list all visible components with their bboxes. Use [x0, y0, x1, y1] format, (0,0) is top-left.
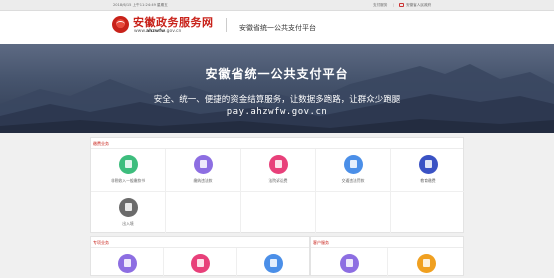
service-card-label: 法院诉讼费	[268, 178, 288, 183]
gavel-icon	[268, 155, 288, 174]
customer-service-section: 客户服务	[310, 236, 465, 278]
support-card[interactable]	[388, 248, 465, 278]
url-suffix: .gov.cn	[165, 29, 182, 34]
wallet-icon	[193, 155, 213, 174]
pay-service-link[interactable]: 支付服务	[373, 3, 387, 8]
mountain-background	[0, 64, 554, 133]
emblem-logo-icon[interactable]	[112, 16, 129, 33]
service-card-label: 出入境	[122, 221, 134, 226]
section-title: 专项业务	[93, 240, 109, 245]
special-icon-3	[264, 254, 283, 273]
provincial-government-link[interactable]: 安徽省人民政府	[406, 3, 431, 8]
site-logo-url: www.ahzwfw.gov.cn	[134, 29, 181, 34]
service-card-education[interactable]: 教育缴费	[391, 149, 465, 192]
help-card[interactable]	[311, 248, 388, 278]
url-prefix: www.	[134, 29, 147, 34]
special-card-1[interactable]	[91, 248, 164, 278]
service-card-label: 非税收入一般缴款书	[110, 178, 146, 183]
banner-url: pay.ahzwfw.gov.cn	[226, 107, 328, 117]
header-divider	[226, 18, 227, 32]
government-icon	[399, 3, 404, 7]
service-card-court-fee[interactable]: 法院诉讼费	[241, 149, 316, 192]
current-datetime: 2018/6/15 上午11:24:49 星期五	[113, 3, 168, 7]
car-icon	[343, 155, 363, 174]
service-card-penalty[interactable]: 缴纳违法款	[166, 149, 241, 192]
divider: |	[393, 3, 395, 7]
fees-section: 缴费业务 非税收入一般缴款书 缴纳违法款 法院诉讼费 交通违法罚款 教育缴费 出…	[90, 137, 465, 234]
service-card-label: 教育缴费	[420, 178, 436, 183]
headset-icon	[417, 254, 436, 273]
empty-cell	[241, 192, 316, 234]
special-card-3[interactable]	[237, 248, 310, 278]
service-card-label: 交通违法罚款	[341, 178, 365, 183]
special-card-2[interactable]	[164, 248, 237, 278]
empty-cell	[316, 192, 391, 234]
special-section: 专项业务	[90, 236, 310, 278]
section-title: 缴费业务	[93, 141, 109, 146]
url-brand: ahzwfw	[146, 29, 166, 34]
graduation-cap-icon	[418, 155, 438, 174]
top-utility-bar: 2018/6/15 上午11:24:49 星期五 支付服务 | 安徽省人民政府	[0, 0, 554, 11]
section-title: 客户服务	[313, 240, 329, 245]
banner-title: 安徽省统一公共支付平台	[205, 67, 349, 81]
site-logo-title[interactable]: 安徽政务服务网	[133, 14, 214, 30]
platform-subtitle: 安徽省统一公共支付平台	[239, 24, 316, 32]
receipt-icon	[118, 155, 138, 174]
help-icon	[339, 254, 359, 273]
service-card-exit-entry[interactable]: 出入境	[91, 192, 166, 234]
banner-tagline: 安全、统一、便捷的资金结算服务，让数据多跑路，让群众少跑腿	[153, 95, 401, 105]
service-card-nontax[interactable]: 非税收入一般缴款书	[91, 149, 166, 192]
special-icon-1	[117, 254, 137, 273]
service-card-traffic-fine[interactable]: 交通违法罚款	[316, 149, 391, 192]
special-icon-2	[190, 254, 210, 273]
service-card-label: 缴纳违法款	[193, 178, 213, 183]
globe-icon	[118, 198, 138, 217]
empty-cell	[166, 192, 241, 234]
hero-banner	[0, 44, 554, 133]
